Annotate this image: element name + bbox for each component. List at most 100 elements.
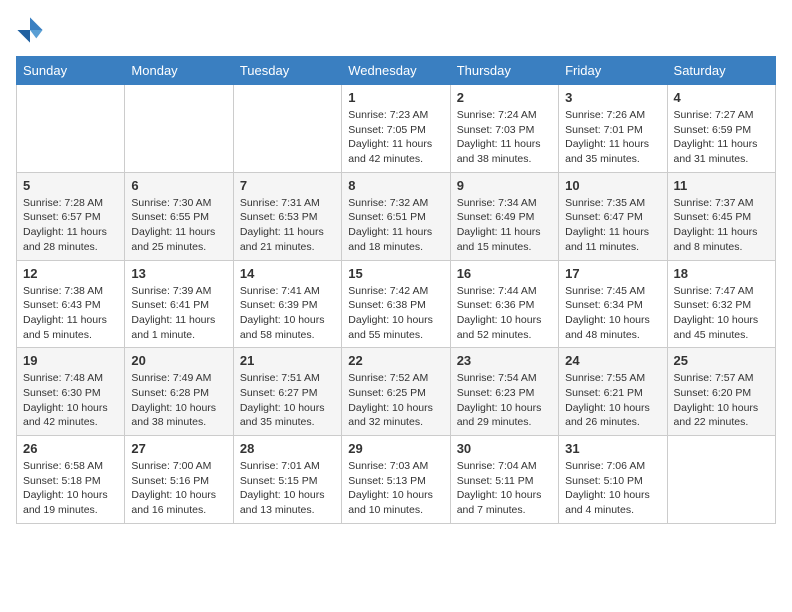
day-cell: 12 Sunrise: 7:38 AMSunset: 6:43 PMDayligh… — [17, 260, 125, 348]
day-cell: 13Sunrise: 7:39 AMSunset: 6:41 PMDayligh… — [125, 260, 233, 348]
day-number: 12 — [23, 266, 118, 281]
day-info: Sunrise: 7:47 AMSunset: 6:32 PMDaylight:… — [674, 284, 769, 343]
day-cell: 1 Sunrise: 7:23 AMSunset: 7:05 PMDaylight… — [342, 85, 450, 173]
day-number: 5 — [23, 178, 118, 193]
day-info: Sunrise: 7:26 AMSunset: 7:01 PMDaylight:… — [565, 108, 660, 167]
day-number: 8 — [348, 178, 443, 193]
day-cell — [667, 436, 775, 524]
day-cell: 15 Sunrise: 7:42 AMSunset: 6:38 PMDayligh… — [342, 260, 450, 348]
day-cell: 14 Sunrise: 7:41 AMSunset: 6:39 PMDayligh… — [233, 260, 341, 348]
day-cell: 25 Sunrise: 7:57 AMSunset: 6:20 PMDayligh… — [667, 348, 775, 436]
day-cell: 9 Sunrise: 7:34 AMSunset: 6:49 PMDaylight… — [450, 172, 558, 260]
day-cell: 26Sunrise: 6:58 AMSunset: 5:18 PMDayligh… — [17, 436, 125, 524]
day-number: 31 — [565, 441, 660, 456]
day-cell: 6Sunrise: 7:30 AMSunset: 6:55 PMDaylight… — [125, 172, 233, 260]
day-number: 24 — [565, 353, 660, 368]
weekday-header-monday: Monday — [125, 57, 233, 85]
day-number: 16 — [457, 266, 552, 281]
day-number: 13 — [131, 266, 226, 281]
day-number: 29 — [348, 441, 443, 456]
weekday-header-thursday: Thursday — [450, 57, 558, 85]
day-number: 30 — [457, 441, 552, 456]
day-cell: 28 Sunrise: 7:01 AMSunset: 5:15 PMDayligh… — [233, 436, 341, 524]
day-info: Sunrise: 7:48 AMSunset: 6:30 PMDaylight:… — [23, 371, 118, 430]
day-info: Sunrise: 7:55 AMSunset: 6:21 PMDaylight:… — [565, 371, 660, 430]
day-number: 17 — [565, 266, 660, 281]
week-row-3: 12 Sunrise: 7:38 AMSunset: 6:43 PMDayligh… — [17, 260, 776, 348]
day-number: 3 — [565, 90, 660, 105]
day-info: Sunrise: 7:44 AMSunset: 6:36 PMDaylight:… — [457, 284, 552, 343]
day-number: 15 — [348, 266, 443, 281]
day-number: 7 — [240, 178, 335, 193]
day-number: 9 — [457, 178, 552, 193]
calendar-table: SundayMondayTuesdayWednesdayThursdayFrid… — [16, 56, 776, 524]
week-row-2: 5 Sunrise: 7:28 AMSunset: 6:57 PMDaylight… — [17, 172, 776, 260]
day-cell — [17, 85, 125, 173]
day-number: 28 — [240, 441, 335, 456]
day-number: 4 — [674, 90, 769, 105]
day-cell: 2 Sunrise: 7:24 AMSunset: 7:03 PMDaylight… — [450, 85, 558, 173]
day-cell: 24 Sunrise: 7:55 AMSunset: 6:21 PMDayligh… — [559, 348, 667, 436]
day-cell: 20Sunrise: 7:49 AMSunset: 6:28 PMDayligh… — [125, 348, 233, 436]
day-cell: 27 Sunrise: 7:00 AMSunset: 5:16 PMDayligh… — [125, 436, 233, 524]
day-info: Sunrise: 7:27 AMSunset: 6:59 PMDaylight:… — [674, 108, 769, 167]
day-number: 21 — [240, 353, 335, 368]
day-info: Sunrise: 7:54 AMSunset: 6:23 PMDaylight:… — [457, 371, 552, 430]
day-info: Sunrise: 7:51 AMSunset: 6:27 PMDaylight:… — [240, 371, 335, 430]
weekday-header-friday: Friday — [559, 57, 667, 85]
day-cell: 10 Sunrise: 7:35 AMSunset: 6:47 PMDayligh… — [559, 172, 667, 260]
day-number: 11 — [674, 178, 769, 193]
day-info: Sunrise: 7:49 AMSunset: 6:28 PMDaylight:… — [131, 371, 226, 430]
day-info: Sunrise: 7:31 AMSunset: 6:53 PMDaylight:… — [240, 196, 335, 255]
day-cell: 31 Sunrise: 7:06 AMSunset: 5:10 PMDayligh… — [559, 436, 667, 524]
day-number: 18 — [674, 266, 769, 281]
day-info: Sunrise: 7:23 AMSunset: 7:05 PMDaylight:… — [348, 108, 443, 167]
day-number: 14 — [240, 266, 335, 281]
day-info: Sunrise: 7:52 AMSunset: 6:25 PMDaylight:… — [348, 371, 443, 430]
day-info: Sunrise: 7:34 AMSunset: 6:49 PMDaylight:… — [457, 196, 552, 255]
day-cell: 7 Sunrise: 7:31 AMSunset: 6:53 PMDaylight… — [233, 172, 341, 260]
day-info: Sunrise: 7:01 AMSunset: 5:15 PMDaylight:… — [240, 459, 335, 518]
day-number: 19 — [23, 353, 118, 368]
day-info: Sunrise: 7:35 AMSunset: 6:47 PMDaylight:… — [565, 196, 660, 255]
day-cell — [125, 85, 233, 173]
day-number: 25 — [674, 353, 769, 368]
day-number: 2 — [457, 90, 552, 105]
day-info: Sunrise: 7:32 AMSunset: 6:51 PMDaylight:… — [348, 196, 443, 255]
logo-icon — [16, 16, 44, 44]
day-number: 10 — [565, 178, 660, 193]
day-info: Sunrise: 7:00 AMSunset: 5:16 PMDaylight:… — [131, 459, 226, 518]
day-info: Sunrise: 7:57 AMSunset: 6:20 PMDaylight:… — [674, 371, 769, 430]
logo — [16, 16, 48, 44]
day-number: 22 — [348, 353, 443, 368]
day-cell: 30Sunrise: 7:04 AMSunset: 5:11 PMDayligh… — [450, 436, 558, 524]
day-cell: 5 Sunrise: 7:28 AMSunset: 6:57 PMDaylight… — [17, 172, 125, 260]
day-info: Sunrise: 7:03 AMSunset: 5:13 PMDaylight:… — [348, 459, 443, 518]
day-info: Sunrise: 7:37 AMSunset: 6:45 PMDaylight:… — [674, 196, 769, 255]
day-cell: 23Sunrise: 7:54 AMSunset: 6:23 PMDayligh… — [450, 348, 558, 436]
day-cell: 21 Sunrise: 7:51 AMSunset: 6:27 PMDayligh… — [233, 348, 341, 436]
day-number: 1 — [348, 90, 443, 105]
day-cell: 19 Sunrise: 7:48 AMSunset: 6:30 PMDayligh… — [17, 348, 125, 436]
day-info: Sunrise: 7:41 AMSunset: 6:39 PMDaylight:… — [240, 284, 335, 343]
day-cell: 29 Sunrise: 7:03 AMSunset: 5:13 PMDayligh… — [342, 436, 450, 524]
week-row-1: 1 Sunrise: 7:23 AMSunset: 7:05 PMDaylight… — [17, 85, 776, 173]
day-info: Sunrise: 6:58 AMSunset: 5:18 PMDaylight:… — [23, 459, 118, 518]
day-info: Sunrise: 7:06 AMSunset: 5:10 PMDaylight:… — [565, 459, 660, 518]
page-header — [16, 16, 776, 44]
day-cell: 18 Sunrise: 7:47 AMSunset: 6:32 PMDayligh… — [667, 260, 775, 348]
day-info: Sunrise: 7:38 AMSunset: 6:43 PMDaylight:… — [23, 284, 118, 343]
day-cell: 22 Sunrise: 7:52 AMSunset: 6:25 PMDayligh… — [342, 348, 450, 436]
weekday-header-saturday: Saturday — [667, 57, 775, 85]
day-info: Sunrise: 7:42 AMSunset: 6:38 PMDaylight:… — [348, 284, 443, 343]
week-row-4: 19 Sunrise: 7:48 AMSunset: 6:30 PMDayligh… — [17, 348, 776, 436]
day-info: Sunrise: 7:28 AMSunset: 6:57 PMDaylight:… — [23, 196, 118, 255]
weekday-header-tuesday: Tuesday — [233, 57, 341, 85]
day-cell — [233, 85, 341, 173]
weekday-header-row: SundayMondayTuesdayWednesdayThursdayFrid… — [17, 57, 776, 85]
day-cell: 8 Sunrise: 7:32 AMSunset: 6:51 PMDaylight… — [342, 172, 450, 260]
day-number: 27 — [131, 441, 226, 456]
day-cell: 3 Sunrise: 7:26 AMSunset: 7:01 PMDaylight… — [559, 85, 667, 173]
day-info: Sunrise: 7:30 AMSunset: 6:55 PMDaylight:… — [131, 196, 226, 255]
day-info: Sunrise: 7:24 AMSunset: 7:03 PMDaylight:… — [457, 108, 552, 167]
